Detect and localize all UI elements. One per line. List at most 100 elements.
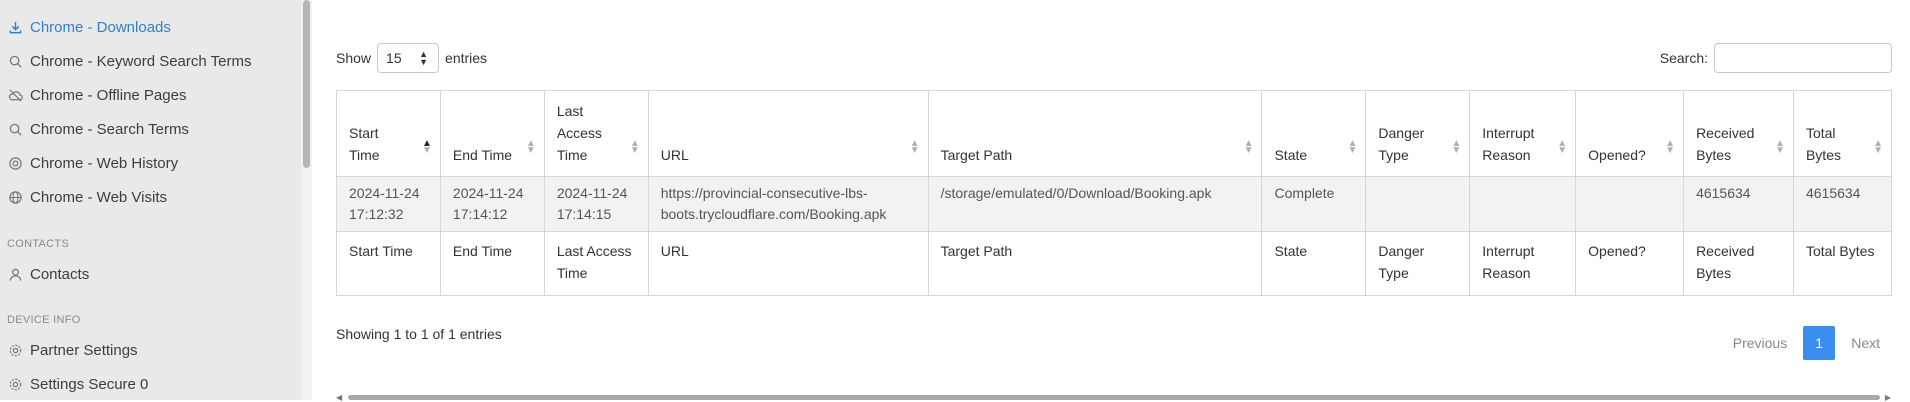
column-header-target-path[interactable]: Target Path ▲ ▼	[927, 90, 1263, 177]
sort-icon: ▲ ▼	[1873, 138, 1883, 156]
section-header-contacts: CONTACTS	[7, 238, 70, 250]
header-row: Start Time ▲ ▼ End Time ▲ ▼ Last Access Time ▲ ▼ URL…	[336, 90, 1893, 177]
column-header-received-bytes[interactable]: Received Bytes ▲ ▼	[1683, 90, 1794, 177]
page-1-button[interactable]: 1	[1803, 326, 1836, 360]
sort-icon: ▲ ▼	[1665, 138, 1676, 156]
gear-icon	[7, 376, 23, 392]
header-text: Time	[556, 147, 588, 163]
sidebar-item-chrome-web-history[interactable]: Chrome - Web History	[0, 146, 300, 180]
sidebar-item-settings-secure-0[interactable]: Settings Secure 0	[0, 367, 300, 401]
sidebar-item-label: Chrome - Search Terms	[30, 120, 189, 138]
page-length-control: Show 15 ▲ ▼ entries	[336, 43, 487, 73]
entries-label: entries	[445, 50, 488, 66]
sidebar-item-label: Settings Secure 0	[30, 375, 149, 393]
footer-text: Last Access	[556, 243, 632, 259]
table-row[interactable]: 2024-11-24 17:12:32 2024-11-24 17:14:12 20…	[336, 176, 1893, 232]
footer-text: End Time	[452, 243, 513, 259]
sort-icon: ▲ ▼	[1451, 138, 1462, 156]
cell-state: Complete	[1261, 176, 1367, 232]
search-label: Search:	[1659, 50, 1708, 66]
column-header-state[interactable]: State ▲ ▼	[1261, 90, 1367, 177]
footer-text: Bytes	[1696, 265, 1732, 281]
cell-danger-type	[1365, 176, 1471, 232]
column-header-danger-type[interactable]: Danger Type ▲ ▼	[1365, 90, 1471, 177]
header-text: Target Path	[940, 147, 1013, 163]
previous-button[interactable]: Previous	[1723, 335, 1797, 351]
header-text: Total	[1805, 125, 1836, 141]
sort-icon: ▲ ▼	[1775, 138, 1785, 156]
horizontal-scrollbar-thumb[interactable]	[348, 395, 1880, 400]
footer-text: Received	[1696, 243, 1755, 259]
cell-last-access-time: 2024-11-24 17:14:15	[543, 176, 649, 232]
column-header-interrupt-reason[interactable]: Interrupt Reason ▲ ▼	[1469, 90, 1577, 177]
sort-icon: ▲ ▼	[629, 138, 640, 156]
horizontal-scrollbar[interactable]: ◀ ▶	[336, 393, 1891, 402]
footer-url: URL	[647, 231, 929, 296]
column-header-start-time[interactable]: Start Time ▲ ▼	[336, 90, 441, 177]
header-text: State	[1274, 147, 1308, 163]
footer-text: State	[1274, 243, 1308, 259]
column-header-url[interactable]: URL ▲ ▼	[647, 90, 929, 177]
sidebar-item-chrome-offline-pages[interactable]: Chrome - Offline Pages	[0, 78, 300, 112]
cell-interrupt-reason	[1469, 176, 1577, 232]
column-header-opened[interactable]: Opened? ▲ ▼	[1575, 90, 1685, 177]
column-header-total-bytes[interactable]: Total Bytes ▲ ▼	[1792, 90, 1893, 177]
person-icon	[7, 266, 23, 282]
header-text: Start	[349, 125, 379, 141]
sidebar-item-chrome-downloads[interactable]: Chrome - Downloads	[0, 10, 300, 44]
sort-icon: ▲ ▼	[422, 138, 432, 156]
scroll-left-icon[interactable]: ◀	[336, 393, 342, 402]
select-arrows-icon: ▲ ▼	[419, 49, 429, 67]
footer-danger-type: Danger Type	[1365, 231, 1471, 296]
cell-total-bytes: 4615634	[1792, 176, 1893, 232]
sort-icon: ▲ ▼	[1243, 138, 1254, 156]
footer-total-bytes: Total Bytes	[1792, 231, 1893, 296]
search-icon	[7, 121, 23, 137]
footer-text: Start Time	[349, 243, 413, 259]
footer-text: Interrupt	[1482, 243, 1535, 259]
sort-icon: ▲ ▼	[525, 138, 536, 156]
main-content: Show 15 ▲ ▼ entries Search: Start Time ▲ ▼ En…	[312, 0, 1910, 400]
sidebar-item-label: Chrome - Web History	[30, 154, 179, 172]
sidebar-scrollbar-thumb[interactable]	[303, 0, 310, 168]
next-button[interactable]: Next	[1841, 335, 1890, 351]
section-header-device-info: DEVICE INFO	[7, 314, 81, 326]
column-header-last-access-time[interactable]: Last Access Time ▲ ▼	[543, 90, 649, 177]
footer-end-time: End Time	[439, 231, 545, 296]
sidebar-item-chrome-search-terms[interactable]: Chrome - Search Terms	[0, 112, 300, 146]
gear-icon	[7, 342, 23, 358]
header-text: End Time	[452, 147, 513, 163]
footer-text: Reason	[1482, 265, 1531, 281]
header-text: Type	[1378, 147, 1409, 163]
header-text: Bytes	[1696, 147, 1732, 163]
sidebar: Chrome - Downloads Chrome - Keyword Sear…	[0, 0, 312, 400]
sidebar-item-chrome-keyword-search-terms[interactable]: Chrome - Keyword Search Terms	[0, 44, 300, 78]
table-info: Showing 1 to 1 of 1 entries	[336, 326, 502, 342]
scroll-right-icon[interactable]: ▶	[1885, 393, 1891, 402]
column-header-end-time[interactable]: End Time ▲ ▼	[439, 90, 545, 177]
search-input[interactable]	[1714, 43, 1892, 73]
sidebar-item-label: Chrome - Web Visits	[30, 188, 167, 206]
sidebar-item-label: Chrome - Keyword Search Terms	[30, 52, 252, 70]
entries-per-page-value: 15	[386, 50, 402, 66]
sidebar-item-label: Partner Settings	[30, 341, 138, 359]
footer-last-access-time: Last Access Time	[543, 231, 649, 296]
sidebar-item-contacts[interactable]: Contacts	[0, 257, 300, 291]
cell-opened	[1575, 176, 1685, 232]
header-text: Last	[556, 103, 584, 119]
sort-icon: ▲ ▼	[909, 138, 920, 156]
cell-target-path: /storage/emulated/0/Download/Booking.apk	[927, 176, 1263, 232]
sort-icon: ▲ ▼	[1557, 138, 1568, 156]
cell-start-time: 2024-11-24 17:12:32	[336, 176, 441, 232]
entries-per-page-select[interactable]: 15 ▲ ▼	[377, 43, 440, 73]
sidebar-item-label: Chrome - Offline Pages	[30, 86, 187, 104]
show-label: Show	[336, 50, 372, 66]
footer-target-path: Target Path	[927, 231, 1263, 296]
sidebar-item-chrome-web-visits[interactable]: Chrome - Web Visits	[0, 180, 300, 214]
header-text: Access	[556, 125, 602, 141]
sidebar-item-partner-settings[interactable]: Partner Settings	[0, 333, 300, 367]
downloads-table: Start Time ▲ ▼ End Time ▲ ▼ Last Access Time ▲ ▼ URL…	[336, 90, 1893, 296]
footer-interrupt-reason: Interrupt Reason	[1469, 231, 1577, 296]
cell-end-time: 2024-11-24 17:14:12	[439, 176, 545, 232]
footer-text: Opened?	[1588, 243, 1646, 259]
